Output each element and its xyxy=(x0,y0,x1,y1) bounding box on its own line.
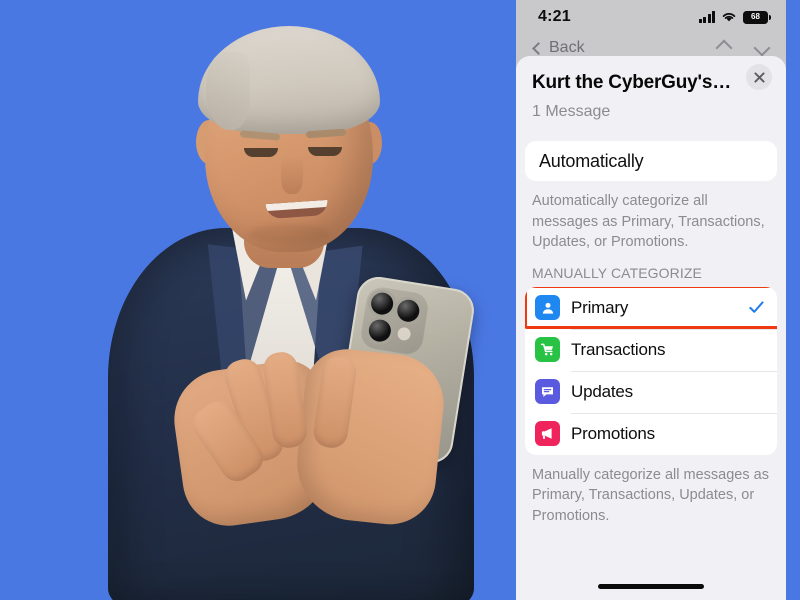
right-edge-strip xyxy=(786,0,800,600)
battery-icon: 68 xyxy=(743,10,771,24)
manually-categorize-header: MANUALLY CATEGORIZE xyxy=(532,264,702,281)
signal-bars-icon xyxy=(698,11,715,23)
manually-categorize-description: Manually categorize all messages as Prim… xyxy=(532,466,769,524)
sheet-subtitle: 1 Message xyxy=(532,103,611,120)
camera-lens-icon xyxy=(367,317,393,344)
flash-icon xyxy=(396,326,412,342)
chat-icon xyxy=(535,379,560,405)
category-label: Promotions xyxy=(571,423,655,443)
cart-icon xyxy=(535,337,560,363)
camera-lens-icon xyxy=(395,298,421,324)
eye-right xyxy=(308,147,342,156)
nose xyxy=(281,156,303,194)
camera-module xyxy=(359,285,431,357)
automatically-description: Automatically categorize all messages as… xyxy=(532,193,765,251)
sheet-title: Kurt the CyberGuy's… xyxy=(532,72,731,93)
camera-lens-icon xyxy=(369,291,395,317)
sheet-header: Kurt the CyberGuy's… 1 Message xyxy=(516,56,786,121)
automatically-label: Automatically xyxy=(539,150,644,171)
status-bar: 4:21 68 xyxy=(516,0,786,34)
megaphone-icon xyxy=(535,421,560,447)
status-time: 4:21 xyxy=(538,8,571,25)
category-row-updates[interactable]: Updates xyxy=(525,370,777,413)
category-label: Transactions xyxy=(571,339,666,359)
checkmark-icon xyxy=(749,301,764,314)
chevron-left-icon xyxy=(532,41,545,55)
battery-level: 68 xyxy=(751,12,760,21)
wifi-icon xyxy=(722,12,736,22)
category-list: Primary Transactions Updates Promotions xyxy=(525,286,777,455)
category-label: Primary xyxy=(571,297,629,317)
person-icon xyxy=(535,295,560,321)
chevron-down-icon[interactable] xyxy=(753,39,771,57)
eye-left xyxy=(244,148,278,157)
home-indicator xyxy=(598,584,704,589)
close-button[interactable] xyxy=(746,64,772,90)
back-button[interactable]: Back xyxy=(532,39,585,57)
close-icon xyxy=(753,71,765,83)
hair xyxy=(198,26,380,134)
subject-photo xyxy=(0,0,540,600)
category-label: Updates xyxy=(571,381,633,401)
category-row-promotions[interactable]: Promotions xyxy=(525,412,777,455)
phone-screenshot: 4:21 68 Back Kurt the CyberGuy's… 1 Mess… xyxy=(516,0,786,600)
automatically-option[interactable]: Automatically xyxy=(525,141,777,181)
chevron-up-icon[interactable] xyxy=(715,39,733,57)
categorize-sheet: Kurt the CyberGuy's… 1 Message Automatic… xyxy=(516,56,786,600)
category-row-primary[interactable]: Primary xyxy=(525,287,777,329)
back-label: Back xyxy=(549,39,585,56)
category-row-transactions[interactable]: Transactions xyxy=(525,328,777,371)
